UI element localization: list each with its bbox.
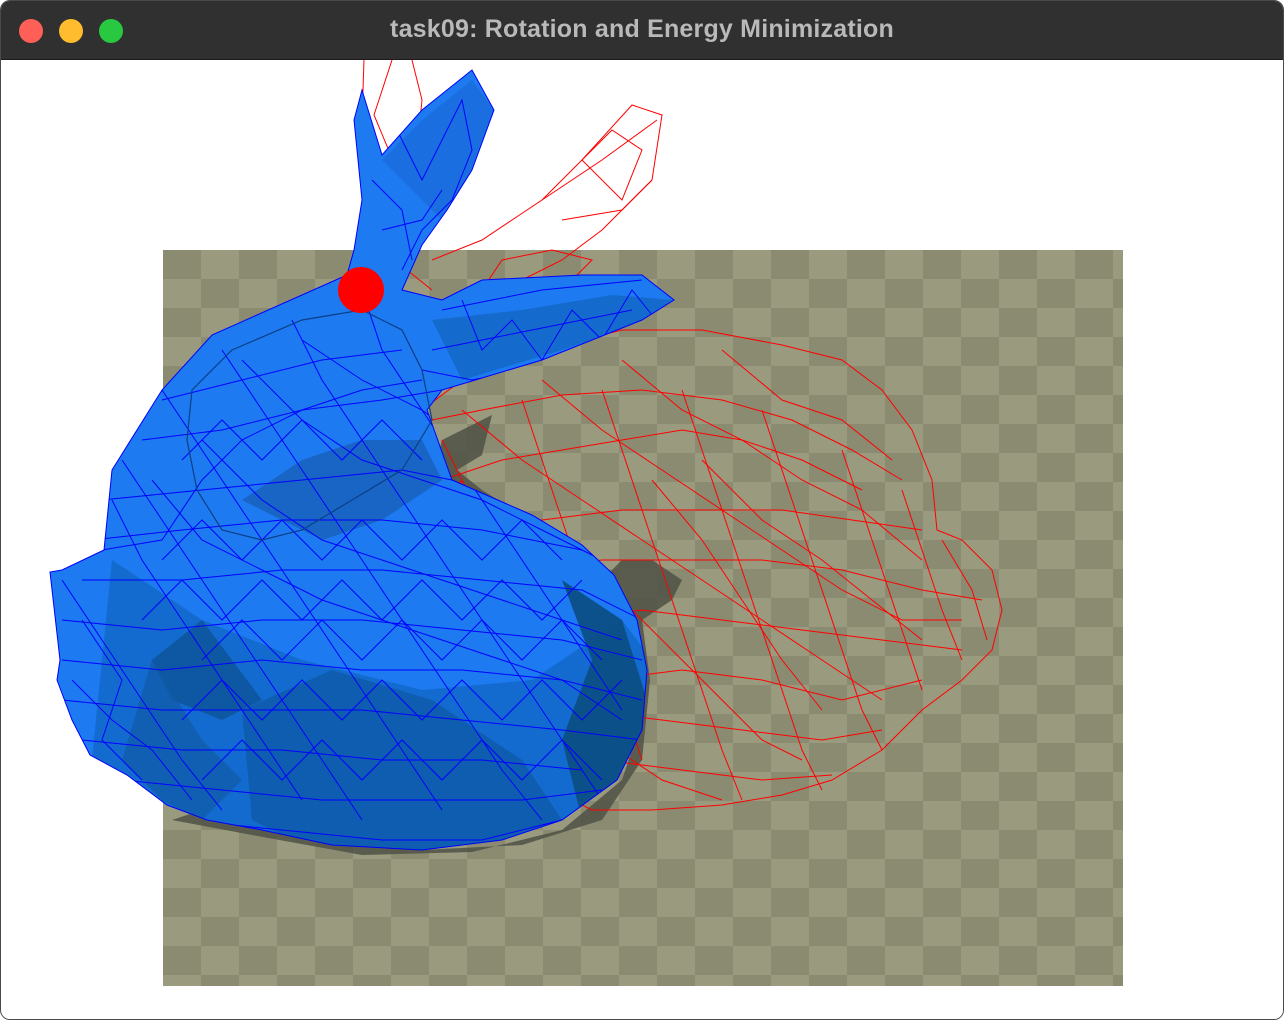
scene-canvas[interactable] bbox=[2, 60, 1283, 1019]
handle-point-icon[interactable] bbox=[338, 267, 384, 313]
app-window: task09: Rotation and Energy Minimization bbox=[0, 0, 1284, 1020]
gl-viewport[interactable] bbox=[2, 60, 1283, 1019]
title-bar[interactable]: task09: Rotation and Energy Minimization bbox=[1, 1, 1283, 60]
window-title: task09: Rotation and Energy Minimization bbox=[390, 15, 894, 43]
